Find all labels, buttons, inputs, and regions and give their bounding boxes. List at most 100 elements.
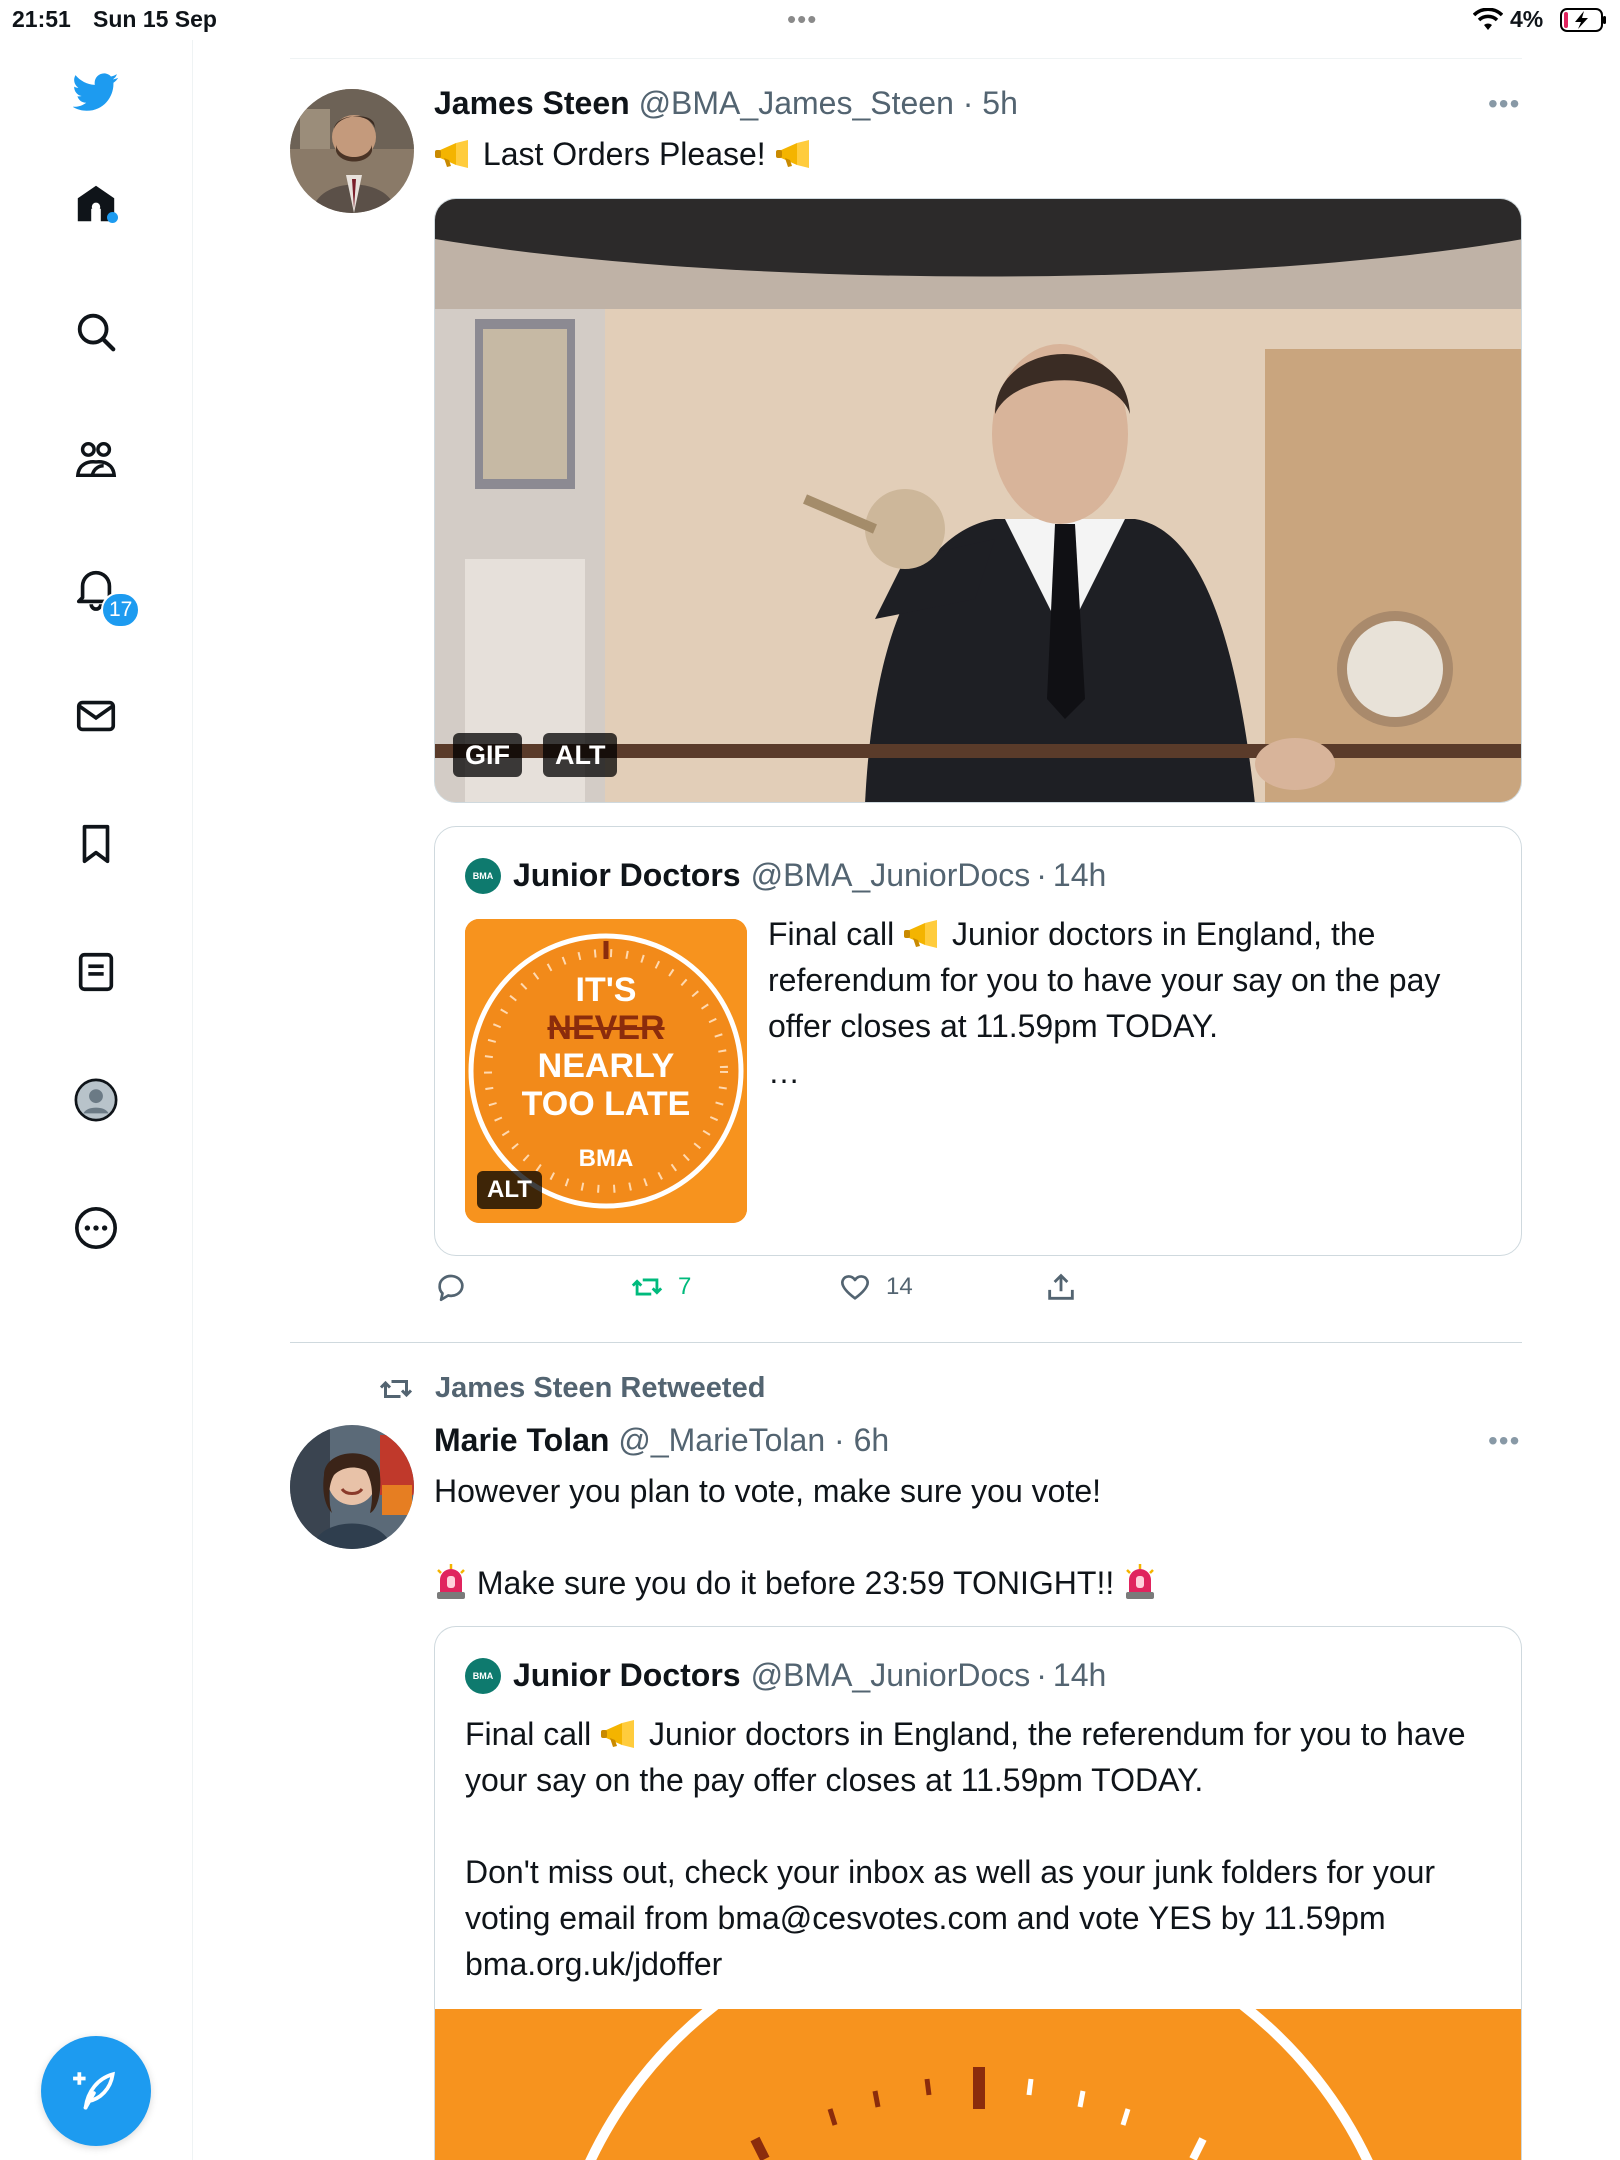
gif-badge: GIF	[453, 733, 522, 777]
author-name[interactable]: Marie Tolan	[434, 1422, 609, 1458]
tweet-time[interactable]: 6h	[854, 1422, 890, 1458]
sidebar-item-home[interactable]	[66, 174, 126, 234]
retweet-icon	[631, 1278, 663, 1296]
tweet-text-line: Make sure you do it before 23:59 TONIGHT…	[476, 1565, 1115, 1601]
quoted-tweet-time: 14h	[1052, 1657, 1107, 1693]
siren-icon	[1126, 1564, 1155, 1599]
sidebar-item-communities[interactable]	[66, 430, 126, 490]
alt-badge[interactable]: ALT	[543, 733, 618, 777]
like-count: 14	[886, 1273, 913, 1300]
dot-separator: ·	[1036, 857, 1047, 893]
bma-avatar-icon: BMA	[465, 1657, 501, 1694]
quoted-text-ellipsis: …	[768, 1054, 800, 1090]
quoted-author-handle: @BMA_JuniorDocs	[750, 1657, 1031, 1693]
compose-feather-icon	[73, 2071, 115, 2110]
sidebar-item-lists[interactable]	[66, 942, 126, 1002]
mail-icon	[76, 700, 116, 732]
quoted-text-prefix: Final call	[465, 1716, 592, 1752]
tweet-text-line: However you plan to vote, make sure you …	[434, 1473, 1102, 1509]
quoted-tweet-image[interactable]: IT'S NEVER NEARLY TOO LATE BMA ALT	[465, 919, 747, 1223]
quoted-tweet-text: Final call Junior doctors in England, th…	[465, 1711, 1495, 1987]
avatar[interactable]	[290, 1425, 414, 1549]
megaphone-icon	[904, 920, 938, 948]
retweet-count: 7	[678, 1273, 692, 1300]
list-icon	[78, 952, 114, 992]
megaphone-icon	[435, 140, 468, 168]
retweet-icon	[379, 1379, 413, 1398]
quoted-tweet[interactable]: BMA Junior Doctors @BMA_JuniorDocs · 14h…	[434, 1626, 1522, 2160]
tweet-header: James Steen @BMA_James_Steen · 5h	[434, 85, 1018, 122]
clock-graphic	[435, 1909, 1521, 2160]
sidebar-item-bookmarks[interactable]	[66, 814, 126, 874]
dot-separator: ·	[834, 1422, 845, 1458]
gif-media[interactable]: GIF ALT	[434, 198, 1522, 803]
quoted-tweet-text: Final call Junior doctors in England, th…	[768, 911, 1498, 1095]
tweet-more-icon[interactable]: •••	[1488, 88, 1520, 120]
clock-text-line3: NEARLY	[537, 1047, 675, 1085]
quoted-tweet-header: BMA Junior Doctors @BMA_JuniorDocs · 14h	[465, 1657, 1106, 1694]
tweet-divider	[290, 1342, 1522, 1343]
quoted-text-prefix: Final call	[768, 916, 895, 952]
bma-avatar-icon: BMA	[465, 857, 501, 894]
battery-percent: 4%	[1510, 6, 1544, 32]
home-unread-dot	[107, 212, 118, 223]
quoted-tweet-image[interactable]	[435, 1909, 1521, 2160]
author-handle[interactable]: @BMA_James_Steen	[639, 85, 954, 121]
multitasking-dots-icon[interactable]: •••	[787, 4, 817, 35]
search-icon	[77, 313, 116, 352]
share-icon	[1048, 1273, 1074, 1300]
gif-preview-image	[435, 199, 1521, 802]
megaphone-icon	[775, 140, 809, 168]
sidebar-item-explore[interactable]	[66, 302, 126, 362]
sidebar-item-more[interactable]	[66, 1198, 126, 1258]
heart-icon	[841, 1275, 869, 1300]
reply-button[interactable]	[434, 1270, 482, 1304]
author-name[interactable]: James Steen	[434, 85, 630, 121]
status-date: Sun 15 Sep	[93, 6, 217, 32]
quoted-tweet[interactable]: BMA Junior Doctors @BMA_JuniorDocs · 14h…	[434, 826, 1522, 1256]
sidebar-item-profile[interactable]	[66, 1070, 126, 1130]
siren-icon	[437, 1564, 465, 1599]
retweet-context[interactable]: James Steen Retweeted	[377, 1372, 765, 1405]
battery-charging-icon	[1560, 8, 1606, 32]
status-bar: 21:51 Sun 15 Sep ••• 4%	[0, 0, 1620, 40]
quoted-text-paragraph: Don't miss out, check your inbox as well…	[465, 1854, 1436, 1982]
author-handle[interactable]: @_MarieTolan	[618, 1422, 825, 1458]
sidebar-nav: 17	[0, 40, 193, 2160]
dot-separator: ·	[962, 85, 974, 121]
compose-tweet-button[interactable]	[41, 2036, 151, 2146]
notification-count-badge: 17	[101, 592, 141, 628]
tweet-header: Marie Tolan @_MarieTolan · 6h	[434, 1422, 889, 1459]
quoted-tweet-header: BMA Junior Doctors @BMA_JuniorDocs · 14h	[465, 857, 1106, 894]
bma-brand-label: BMA	[578, 1145, 634, 1172]
quoted-author-handle: @BMA_JuniorDocs	[750, 857, 1031, 893]
tweet-time[interactable]: 5h	[982, 85, 1018, 121]
quoted-tweet-time: 14h	[1052, 857, 1107, 893]
megaphone-icon	[601, 1720, 635, 1748]
retweet-button[interactable]: 7	[630, 1270, 691, 1304]
communities-icon	[75, 441, 117, 478]
avatar[interactable]	[290, 89, 414, 213]
alt-badge[interactable]: ALT	[477, 1171, 542, 1209]
clock-text-line4: TOO LATE	[521, 1085, 691, 1123]
tweet-actions: 7 14	[434, 1270, 1134, 1320]
more-icon	[75, 1207, 117, 1249]
wifi-icon	[1473, 8, 1503, 30]
dot-separator: ·	[1036, 1657, 1047, 1693]
status-time: 21:51	[12, 6, 71, 32]
tweet-more-icon[interactable]: •••	[1488, 1425, 1520, 1457]
quoted-author-name: Junior Doctors	[513, 1657, 741, 1693]
timeline-top-divider	[290, 58, 1522, 59]
twitter-logo-icon[interactable]	[66, 62, 126, 122]
tweet-text: However you plan to vote, make sure you …	[434, 1468, 1522, 1606]
share-button[interactable]	[1044, 1270, 1092, 1304]
reply-icon	[438, 1274, 464, 1302]
tweet-text: Last Orders Please!	[434, 131, 815, 177]
like-button[interactable]: 14	[838, 1270, 913, 1304]
sidebar-item-messages[interactable]	[66, 686, 126, 746]
tweet-text-body: Last Orders Please!	[482, 136, 766, 172]
bookmark-icon	[82, 824, 110, 864]
clock-text-line2: NEVER	[547, 1009, 665, 1047]
clock-text-line1: IT'S	[575, 971, 637, 1009]
profile-icon	[74, 1078, 118, 1122]
